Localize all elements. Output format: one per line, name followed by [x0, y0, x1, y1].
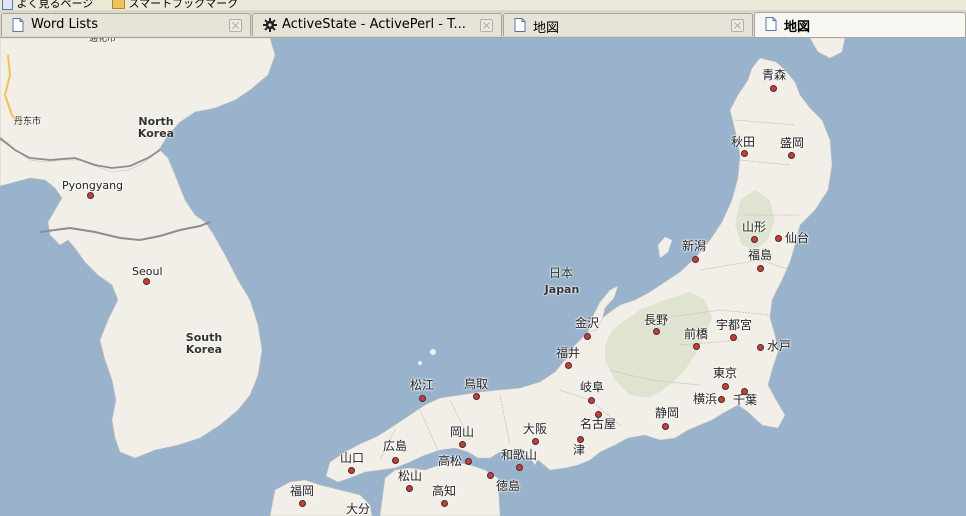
city-marker-sendai[interactable] [775, 235, 782, 242]
tab-map-1[interactable]: 地図 [503, 13, 753, 36]
city-marker-tokyo[interactable] [722, 383, 729, 390]
city-label-takamatsu: 高松 [438, 454, 463, 468]
tab-close-button[interactable] [480, 19, 493, 32]
city-marker-tsu[interactable] [577, 436, 584, 443]
city-label-tsu: 津 [573, 443, 586, 457]
city-label-chiba: 千葉 [733, 393, 758, 407]
city-marker-fukui[interactable] [565, 362, 572, 369]
city-label-okayama: 岡山 [450, 425, 475, 439]
tab-activestate[interactable]: ActiveState - ActivePerl - T... [252, 13, 502, 36]
bookmark-most-visited-label: よく見るページ [16, 0, 94, 10]
tab-label: 地図 [784, 20, 811, 35]
city-label-maebashi: 前橋 [684, 327, 709, 341]
city-marker-hiroshima[interactable] [392, 457, 399, 464]
city-marker-akita[interactable] [741, 150, 748, 157]
city-marker-kanazawa[interactable] [584, 333, 591, 340]
city-marker-mito[interactable] [757, 344, 764, 351]
city-label-kochi: 高知 [432, 484, 457, 498]
city-label-nagoya: 名古屋 [580, 417, 617, 431]
tab-label: ActiveState - ActivePerl - T... [282, 17, 466, 32]
city-marker-utsunomiya[interactable] [730, 334, 737, 341]
city-label-sendai: 仙台 [785, 231, 810, 245]
city-marker-tokushima[interactable] [487, 472, 494, 479]
city-label-fukui: 福井 [556, 346, 581, 360]
bookmark-icon [2, 0, 13, 10]
tab-close-button[interactable] [731, 19, 744, 32]
tab-label: Word Lists [31, 17, 99, 32]
city-marker-takamatsu[interactable] [465, 458, 472, 465]
city-label-utsunomiya: 宇都宮 [716, 318, 753, 332]
city-label-akita: 秋田 [731, 135, 756, 149]
tab-bar: Word Lists ActiveState - ActivePerl - T.… [0, 10, 966, 38]
gear-icon [263, 18, 277, 32]
city-label-tonghua: 通化市 [89, 38, 117, 44]
city-marker-chiba[interactable] [741, 388, 748, 395]
country-label-north-korea: North Korea [137, 115, 175, 140]
city-marker-yamaguchi[interactable] [348, 467, 355, 474]
city-marker-niigata[interactable] [692, 256, 699, 263]
city-label-kanazawa: 金沢 [575, 316, 600, 330]
city-label-matsuyama: 松山 [398, 469, 423, 483]
city-label-niigata: 新潟 [682, 239, 707, 253]
tab-label: 地図 [533, 21, 560, 36]
city-label-wakayama: 和歌山 [501, 448, 538, 462]
city-marker-morioka[interactable] [788, 152, 795, 159]
city-marker-pyongyang[interactable] [87, 192, 94, 199]
bookmark-smart-bookmarks[interactable]: スマートブックマーク [112, 0, 238, 10]
page-icon [765, 17, 777, 31]
city-label-fukuoka: 福岡 [290, 484, 315, 498]
city-marker-matsuyama[interactable] [406, 485, 413, 492]
city-marker-yamagata[interactable] [751, 236, 758, 243]
city-marker-fukuoka[interactable] [299, 500, 306, 507]
city-label-hiroshima: 広島 [383, 439, 408, 453]
city-label-matsue: 松江 [410, 378, 435, 392]
city-label-yamagata: 山形 [742, 220, 767, 234]
city-label-mito: 水戸 [767, 339, 792, 353]
city-marker-nagoya[interactable] [595, 411, 602, 418]
city-label-dandong: 丹东市 [14, 117, 42, 127]
tab-map-2[interactable]: 地図 [754, 12, 966, 37]
city-label-aomori: 青森 [762, 68, 787, 82]
city-label-oita: 大分 [346, 502, 371, 516]
city-label-osaka: 大阪 [523, 422, 548, 436]
city-marker-kochi[interactable] [441, 500, 448, 507]
city-marker-wakayama[interactable] [516, 464, 523, 471]
city-marker-fukushima[interactable] [757, 265, 764, 272]
city-label-yokohama: 横浜 [693, 392, 718, 406]
page-icon [12, 18, 24, 32]
city-label-gifu: 岐阜 [580, 380, 605, 394]
city-label-tokushima: 徳島 [496, 479, 521, 493]
bookmarks-toolbar: よく見るページ スマートブックマーク [0, 0, 966, 10]
city-label-nagano: 長野 [644, 313, 669, 327]
city-marker-gifu[interactable] [588, 397, 595, 404]
city-marker-tottori[interactable] [473, 393, 480, 400]
city-label-morioka: 盛岡 [780, 136, 805, 150]
city-marker-seoul[interactable] [143, 278, 150, 285]
city-label-seoul: Seoul [132, 265, 163, 278]
city-marker-nagano[interactable] [653, 328, 660, 335]
city-label-fukushima: 福島 [748, 248, 773, 262]
tab-close-button[interactable] [229, 19, 242, 32]
map-canvas[interactable]: North Korea South Korea 日本 Japan 丹东市 通化市… [0, 38, 966, 516]
bookmark-smart-bookmarks-label: スマートブックマーク [128, 0, 239, 10]
bookmark-most-visited[interactable]: よく見るページ [2, 0, 93, 10]
city-label-tottori: 鳥取 [464, 377, 489, 391]
folder-icon [112, 0, 125, 9]
city-marker-maebashi[interactable] [693, 343, 700, 350]
country-label-japan-en: Japan [544, 283, 580, 296]
city-marker-matsue[interactable] [419, 395, 426, 402]
page-icon [514, 18, 526, 32]
city-marker-aomori[interactable] [770, 85, 777, 92]
city-marker-shizuoka[interactable] [662, 423, 669, 430]
city-label-shizuoka: 静岡 [655, 406, 680, 420]
city-marker-yokohama[interactable] [718, 396, 725, 403]
country-label-south-korea: South Korea [185, 331, 223, 356]
city-label-tokyo: 東京 [713, 366, 738, 380]
city-label-pyongyang: Pyongyang [62, 179, 124, 192]
city-marker-okayama[interactable] [459, 441, 466, 448]
city-label-yamaguchi: 山口 [340, 451, 365, 465]
tab-word-lists[interactable]: Word Lists [1, 13, 251, 36]
country-label-japan-ja: 日本 [549, 266, 574, 280]
city-marker-osaka[interactable] [532, 438, 539, 445]
